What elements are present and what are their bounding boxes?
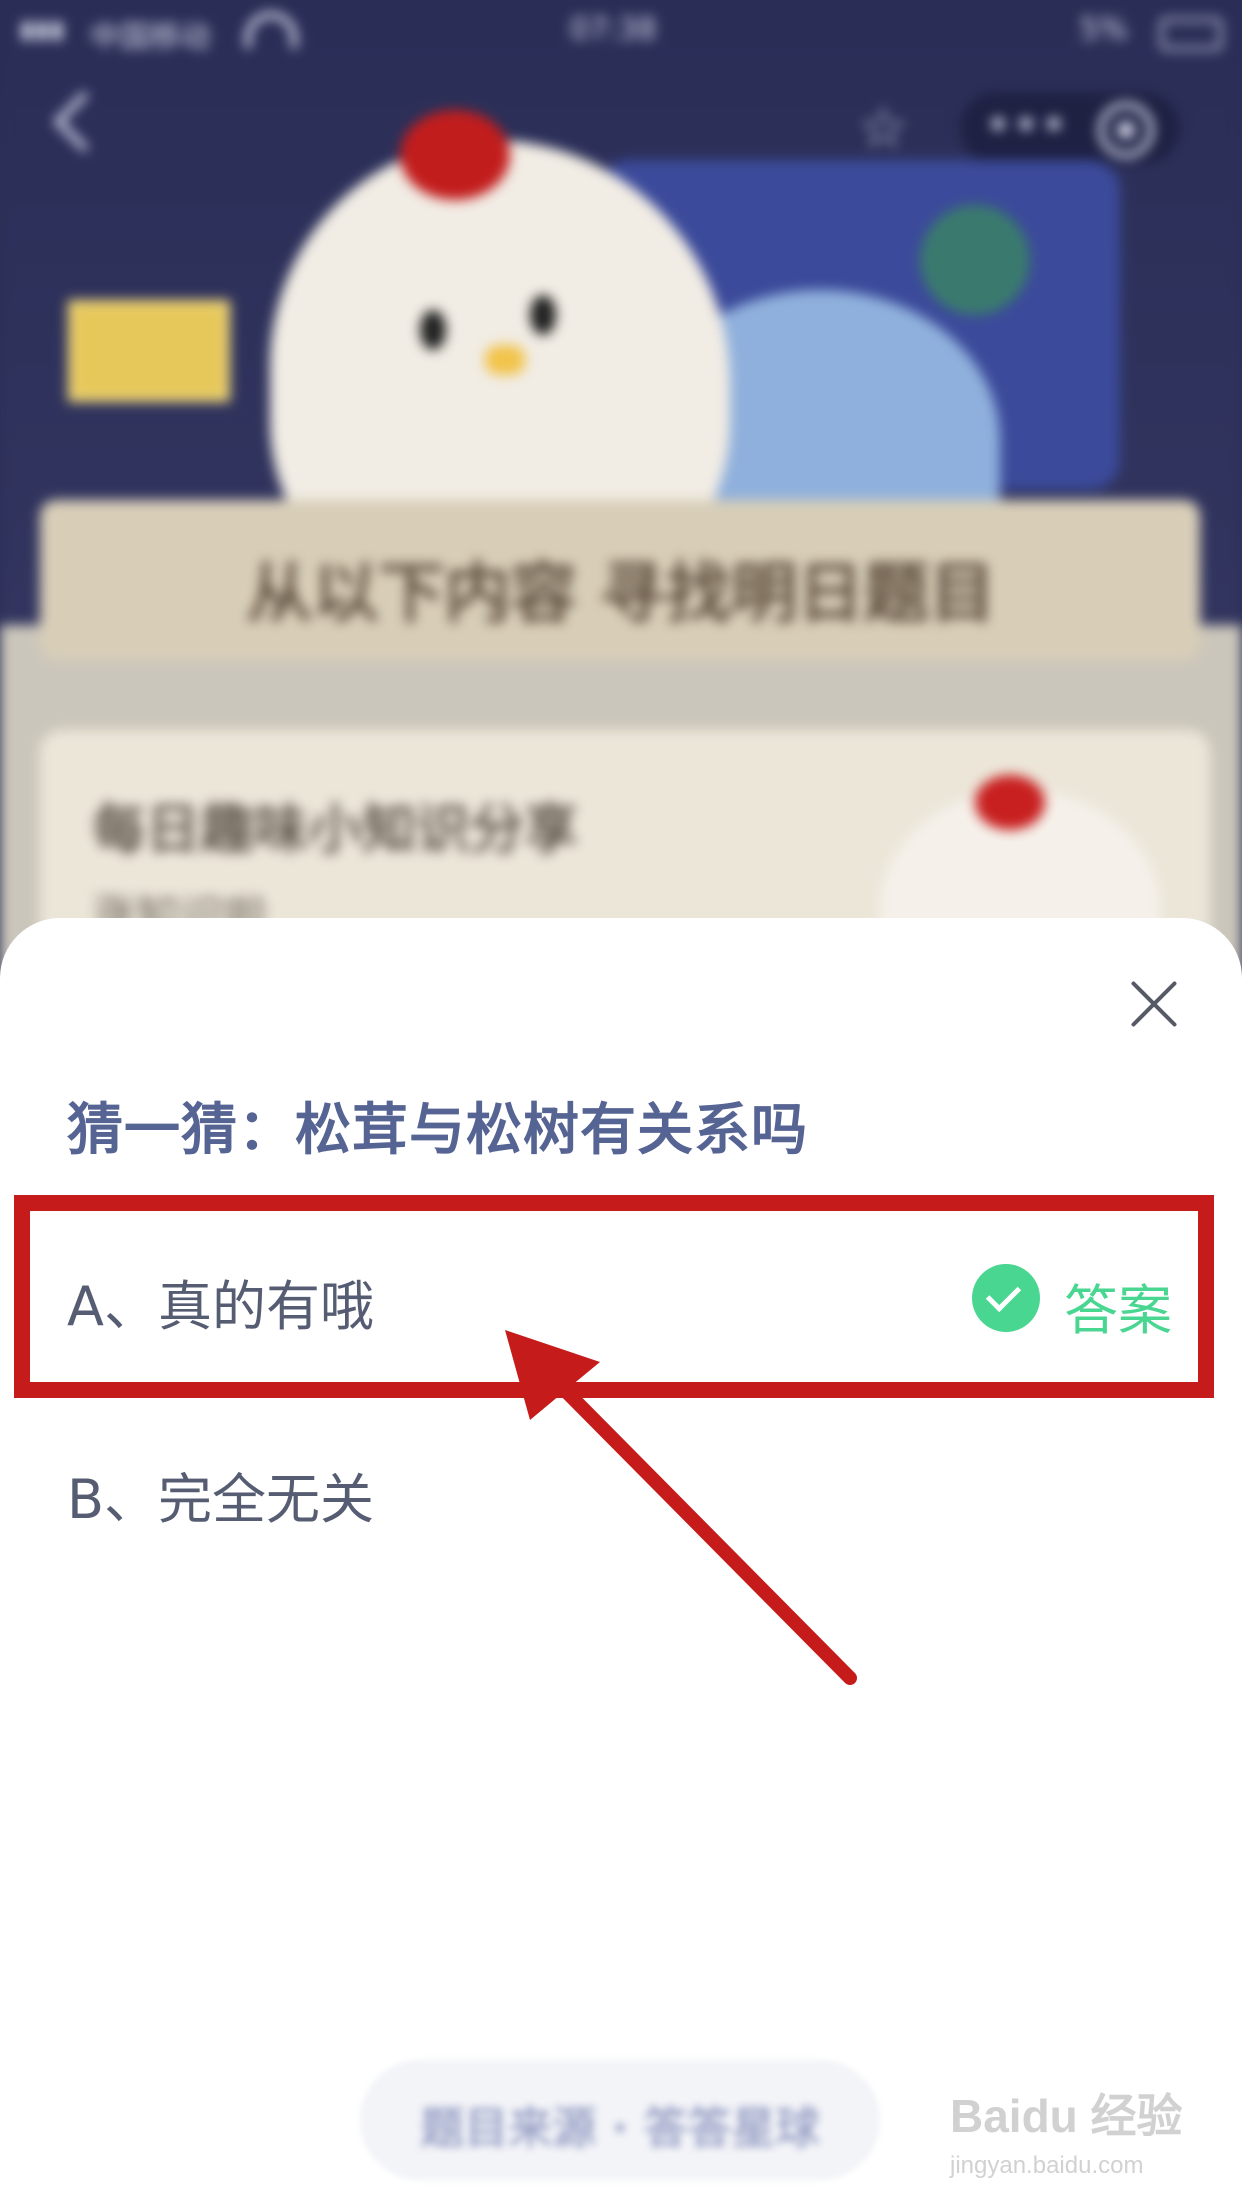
- sticker-decoration: [68, 300, 230, 402]
- info-card-title: 每日趣味小知识分享: [92, 798, 578, 861]
- watermark-main: Baidu 经验: [950, 2090, 1183, 2142]
- mini-chicken-comb: [975, 775, 1045, 830]
- chicken-beak: [485, 345, 525, 375]
- chicken-comb: [400, 110, 510, 200]
- close-mini-program-icon[interactable]: [1098, 102, 1154, 158]
- banner-text: 从以下内容 寻找明日题目: [246, 555, 996, 632]
- footer-button-text: 题目来源 · 答答星球: [420, 2103, 820, 2154]
- back-icon[interactable]: [53, 91, 114, 152]
- quiz-question: 猜一猜：松茸与松树有关系吗: [67, 1098, 808, 1163]
- chicken-eye: [420, 310, 446, 350]
- illustration-globe: [920, 205, 1030, 315]
- chicken-eye: [530, 295, 556, 335]
- close-icon[interactable]: [1125, 975, 1183, 1033]
- baidu-watermark: Baidu 经验 jingyan.baidu.com: [950, 2080, 1210, 2190]
- watermark-url: jingyan.baidu.com: [950, 2152, 1144, 2179]
- highlight-box-annotation: [14, 1195, 1214, 1398]
- background-page: 中国移动 07:38 5% ☆ ••• 从以下内容 寻找明日题目 每日趣味小知识…: [0, 0, 1242, 1000]
- battery-icon: [1160, 18, 1222, 50]
- more-icon[interactable]: •••: [985, 100, 1069, 151]
- signal-icon: [22, 22, 72, 40]
- status-bar: 中国移动 07:38 5%: [0, 0, 1242, 60]
- option-b[interactable]: B、完全无关: [0, 1405, 1242, 1585]
- battery-percent: 5%: [1080, 12, 1128, 47]
- wifi-icon: [245, 12, 297, 48]
- option-b-label: B、完全无关: [67, 1468, 375, 1531]
- carrier-name: 中国移动: [90, 20, 210, 55]
- status-time: 07:38: [570, 12, 657, 47]
- favorite-star-icon[interactable]: ☆: [858, 96, 908, 161]
